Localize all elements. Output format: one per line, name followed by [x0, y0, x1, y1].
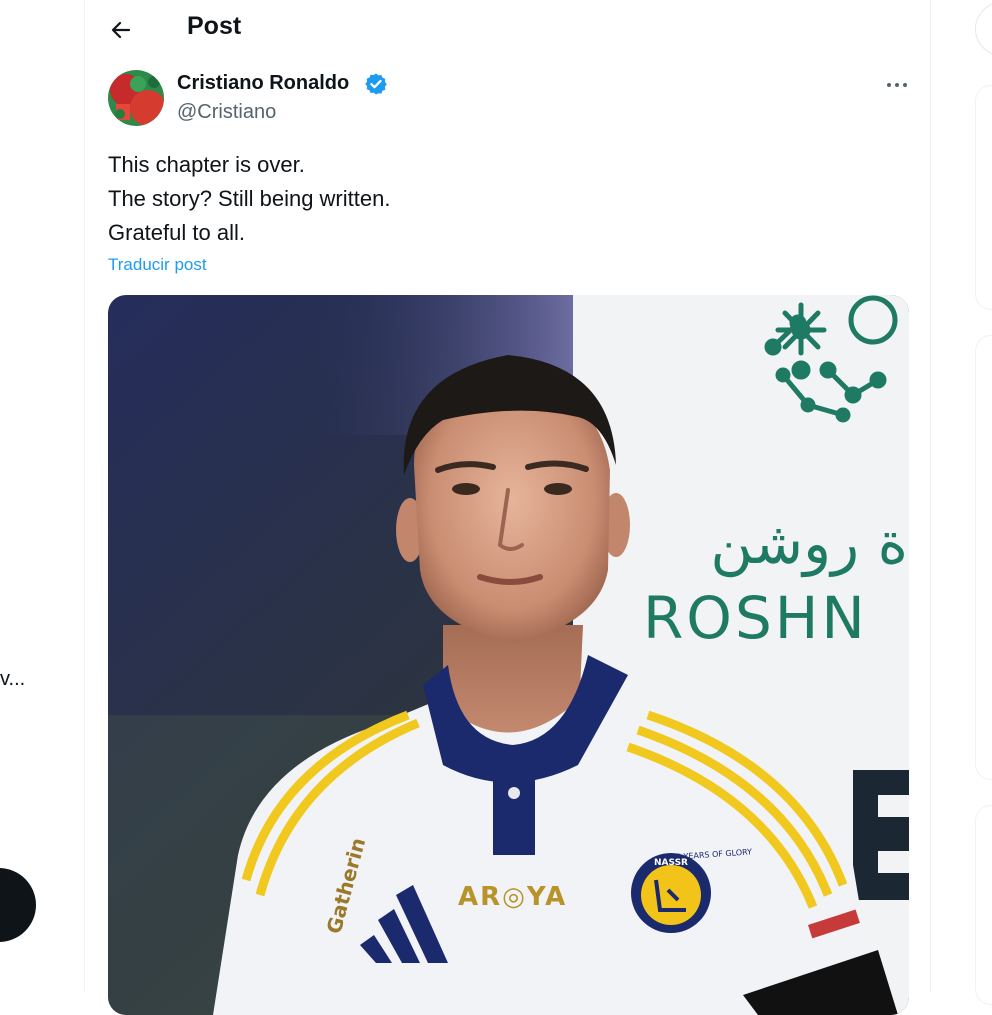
- left-nav-column: v...: [0, 0, 84, 992]
- sidebar-card[interactable]: [975, 335, 992, 780]
- sign-arabic-text: ة روشن: [710, 509, 908, 578]
- right-sidebar: [931, 0, 992, 1005]
- tweet-text-line: This chapter is over.: [108, 152, 305, 177]
- arrow-left-icon: [111, 21, 131, 39]
- tweet-text-line: The story? Still being written.: [108, 186, 391, 211]
- badge-club-text: NASSR: [654, 858, 688, 868]
- main-column: Post Cristiano Ronaldo @Cristiano This c…: [84, 0, 931, 1015]
- sign-latin-text: ROSHN: [643, 584, 868, 652]
- sidebar-card[interactable]: [975, 805, 992, 1005]
- left-truncated-text[interactable]: v...: [0, 668, 25, 691]
- back-button[interactable]: [101, 10, 141, 50]
- player-photo: ة روشن ROSHN AR◎YA 70 YEARS OF GLORY NAS…: [108, 295, 909, 1015]
- author-avatar[interactable]: [108, 70, 164, 126]
- shirt-sponsor-text: AR◎YA: [458, 882, 567, 912]
- page-header: Post: [85, 0, 930, 56]
- verified-badge-icon: [365, 73, 387, 95]
- translate-post-link[interactable]: Traducir post: [108, 255, 207, 275]
- tweet-media-photo[interactable]: ة روشن ROSHN AR◎YA 70 YEARS OF GLORY NAS…: [108, 295, 909, 1015]
- author-name[interactable]: Cristiano Ronaldo: [177, 72, 349, 95]
- tweet-text: This chapter is over. The story? Still b…: [108, 148, 390, 250]
- search-box[interactable]: [975, 2, 992, 56]
- post-compose-button[interactable]: [0, 868, 36, 942]
- sidebar-card[interactable]: [975, 85, 992, 310]
- page-title: Post: [187, 12, 242, 40]
- more-dot: [895, 83, 899, 87]
- tweet-text-line: Grateful to all.: [108, 220, 245, 245]
- more-options-button[interactable]: [873, 70, 921, 100]
- more-dots-icon: [887, 83, 891, 87]
- more-dot: [903, 83, 907, 87]
- author-handle[interactable]: @Cristiano: [177, 101, 276, 124]
- avatar-image: [108, 70, 164, 126]
